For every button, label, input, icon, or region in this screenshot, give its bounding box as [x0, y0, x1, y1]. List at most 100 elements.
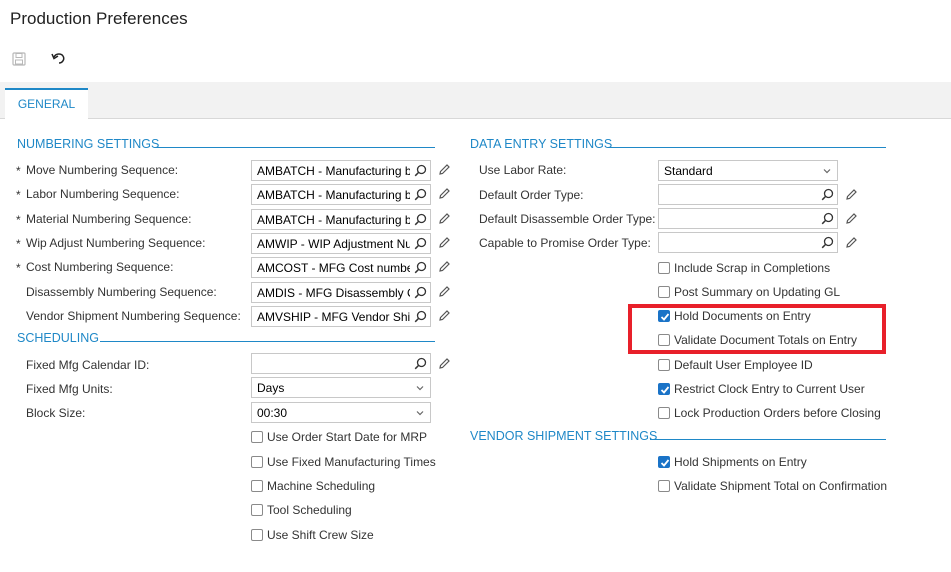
search-icon[interactable] — [821, 188, 834, 201]
undo-icon[interactable] — [51, 51, 67, 65]
search-icon[interactable] — [414, 213, 427, 226]
checkbox-label[interactable]: Use Fixed Manufacturing Times — [267, 455, 436, 469]
checkbox[interactable] — [251, 504, 263, 516]
edit-pencil-icon[interactable] — [438, 187, 451, 200]
edit-pencil-icon[interactable] — [438, 260, 451, 273]
edit-pencil-icon[interactable] — [845, 236, 858, 249]
edit-pencil-icon[interactable] — [438, 285, 451, 298]
scheduling-section-title: SCHEDULING — [17, 331, 99, 345]
edit-pencil-icon[interactable] — [438, 357, 451, 370]
red-highlight-box — [628, 304, 886, 354]
checkbox[interactable] — [251, 456, 263, 468]
checkbox[interactable] — [658, 262, 670, 274]
numbering-row-label: Labor Numbering Sequence: — [26, 187, 180, 201]
checkbox[interactable] — [658, 383, 670, 395]
numbering-sequence-field[interactable]: AMBATCH - Manufacturing batch — [251, 184, 431, 205]
default-disassemble-order-type-field[interactable] — [658, 208, 838, 229]
numbering-section-title: NUMBERING SETTINGS — [17, 137, 160, 151]
field-value: AMDIS - MFG Disassembly Order — [257, 286, 410, 300]
field-value: Days — [257, 381, 285, 395]
checkbox-label[interactable]: Lock Production Orders before Closing — [674, 406, 881, 420]
section-divider — [156, 147, 435, 148]
numbering-sequence-field[interactable]: AMCOST - MFG Cost number — [251, 257, 431, 278]
checkbox-label[interactable]: Use Shift Crew Size — [267, 528, 374, 542]
field-value: 00:30 — [257, 406, 288, 420]
checkbox[interactable] — [658, 456, 670, 468]
search-icon[interactable] — [821, 236, 834, 249]
default-order-type-label: Default Order Type: — [479, 188, 584, 202]
field-value: AMCOST - MFG Cost number — [257, 261, 410, 275]
required-marker: * — [16, 164, 21, 178]
edit-pencil-icon[interactable] — [438, 212, 451, 225]
required-marker: * — [16, 261, 21, 275]
checkbox[interactable] — [658, 407, 670, 419]
field-value: AMBATCH - Manufacturing batch — [257, 213, 410, 227]
search-icon[interactable] — [414, 357, 427, 370]
field-value: Standard — [664, 164, 713, 178]
numbering-sequence-field[interactable]: AMBATCH - Manufacturing batch — [251, 160, 431, 181]
capable-to-promise-order-type-field[interactable] — [658, 232, 838, 253]
data-entry-section-title: DATA ENTRY SETTINGS — [470, 137, 613, 151]
default-order-type-field[interactable] — [658, 184, 838, 205]
field-value: AMWIP - WIP Adjustment Number — [257, 237, 410, 251]
search-icon[interactable] — [414, 310, 427, 323]
search-icon[interactable] — [414, 286, 427, 299]
checkbox[interactable] — [658, 359, 670, 371]
checkbox[interactable] — [658, 286, 670, 298]
checkbox[interactable] — [251, 529, 263, 541]
checkbox-label[interactable]: Hold Shipments on Entry — [674, 455, 807, 469]
chevron-down-icon — [416, 386, 424, 391]
block-size-select[interactable]: 00:30 — [251, 402, 431, 423]
tab-bar: GENERAL — [0, 82, 951, 120]
search-icon[interactable] — [821, 212, 834, 225]
required-marker: * — [16, 188, 21, 202]
edit-pencil-icon[interactable] — [438, 236, 451, 249]
numbering-sequence-field[interactable]: AMBATCH - Manufacturing batch — [251, 209, 431, 230]
search-icon[interactable] — [414, 261, 427, 274]
section-divider — [100, 341, 435, 342]
capable-to-promise-order-type-label: Capable to Promise Order Type: — [479, 236, 651, 250]
search-icon[interactable] — [414, 237, 427, 250]
use-labor-rate-label: Use Labor Rate: — [479, 163, 567, 177]
search-icon[interactable] — [414, 188, 427, 201]
save-icon[interactable] — [12, 52, 26, 66]
numbering-sequence-field[interactable]: AMWIP - WIP Adjustment Number — [251, 233, 431, 254]
required-marker: * — [16, 237, 21, 251]
checkbox[interactable] — [251, 431, 263, 443]
block-size-label: Block Size: — [26, 406, 86, 420]
numbering-sequence-field[interactable]: AMDIS - MFG Disassembly Order — [251, 282, 431, 303]
edit-pencil-icon[interactable] — [438, 309, 451, 322]
checkbox-label[interactable]: Restrict Clock Entry to Current User — [674, 382, 865, 396]
required-marker: * — [16, 213, 21, 227]
use-labor-rate-select[interactable]: Standard — [658, 160, 838, 181]
checkbox[interactable] — [251, 480, 263, 492]
checkbox-label[interactable]: Machine Scheduling — [267, 479, 375, 493]
checkbox-label[interactable]: Default User Employee ID — [674, 358, 813, 372]
edit-pencil-icon[interactable] — [845, 188, 858, 201]
edit-pencil-icon[interactable] — [845, 212, 858, 225]
field-value: AMBATCH - Manufacturing batch — [257, 188, 410, 202]
field-value: AMBATCH - Manufacturing batch — [257, 164, 410, 178]
page-title: Production Preferences — [10, 9, 188, 28]
numbering-sequence-field[interactable]: AMVSHIP - MFG Vendor Shipment — [251, 306, 431, 327]
edit-pencil-icon[interactable] — [438, 163, 451, 176]
checkbox[interactable] — [658, 480, 670, 492]
numbering-row-label: Move Numbering Sequence: — [26, 163, 179, 177]
checkbox-label[interactable]: Validate Shipment Total on Confirmation — [674, 479, 887, 493]
checkbox-label[interactable]: Include Scrap in Completions — [674, 261, 830, 275]
tab-general[interactable]: GENERAL — [5, 88, 88, 120]
checkbox-label[interactable]: Tool Scheduling — [267, 503, 352, 517]
numbering-row-label: Material Numbering Sequence: — [26, 212, 192, 226]
search-icon[interactable] — [414, 164, 427, 177]
numbering-row-label: Cost Numbering Sequence: — [26, 260, 174, 274]
default-disassemble-order-type-label: Default Disassemble Order Type: — [479, 212, 656, 226]
numbering-row-label: Vendor Shipment Numbering Sequence: — [26, 309, 241, 323]
fixed-mfg-calendar-field[interactable] — [251, 353, 431, 374]
checkbox-label[interactable]: Use Order Start Date for MRP — [267, 430, 427, 444]
numbering-row-label: Disassembly Numbering Sequence: — [26, 285, 217, 299]
vendor-shipment-section-title: VENDOR SHIPMENT SETTINGS — [470, 429, 658, 443]
checkbox-label[interactable]: Post Summary on Updating GL — [674, 285, 840, 299]
numbering-row-label: Wip Adjust Numbering Sequence: — [26, 236, 206, 250]
fixed-mfg-units-select[interactable]: Days — [251, 377, 431, 398]
fixed-mfg-calendar-label: Fixed Mfg Calendar ID: — [26, 358, 150, 372]
